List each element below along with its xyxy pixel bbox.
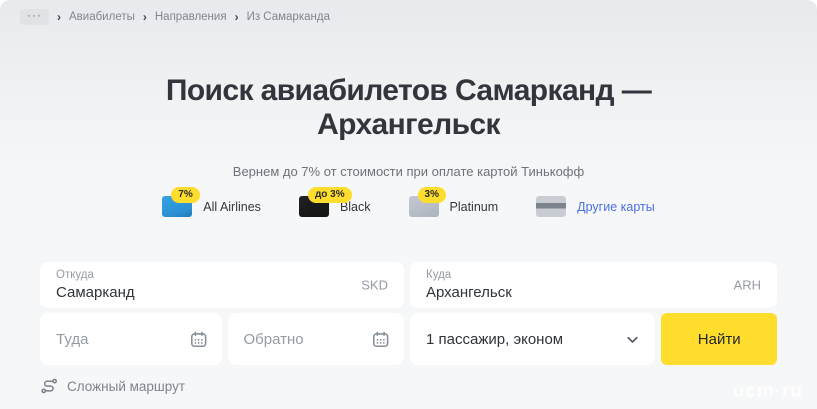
chevron-down-icon [624, 331, 641, 348]
origin-iata-code: SKD [361, 277, 388, 293]
breadcrumb: ··· › Авиабилеты › Направления › Из Сама… [20, 9, 330, 25]
cashback-card-black: до 3% Black [298, 187, 371, 217]
return-date-field[interactable]: Обратно [227, 313, 405, 365]
cashback-badge: до 3% [307, 187, 352, 203]
complex-route-link[interactable]: Сложный маршрут [40, 377, 185, 395]
other-cards-link[interactable]: Другие карты [577, 200, 655, 214]
chevron-right-icon: › [57, 10, 61, 24]
page-title: Поиск авиабилетов Самарканд — Архангельс… [0, 74, 817, 142]
destination-field[interactable]: Куда Архангельск ARH [410, 262, 777, 308]
depart-date-field[interactable]: Туда [40, 313, 222, 365]
chevron-right-icon: › [142, 10, 147, 24]
breadcrumb-item-aviabilety[interactable]: Авиабилеты [69, 11, 135, 23]
calendar-icon [189, 330, 208, 349]
destination-iata-code: ARH [733, 277, 761, 293]
cashback-card-all-airlines: 7% All Airlines [162, 187, 261, 217]
search-button[interactable]: Найти [661, 313, 777, 365]
flight-search-form: Откуда Самарканд SKD Куда Архангельск AR… [40, 262, 777, 365]
calendar-icon [371, 330, 390, 349]
bank-card-icon [536, 196, 567, 217]
passengers-class-value: 1 пассажир, эконом [426, 330, 564, 348]
bank-card-icon: до 3% [298, 187, 352, 217]
origin-value: Самарканд [56, 284, 135, 301]
origin-label: Откуда [56, 269, 94, 281]
bank-card-icon: 3% [408, 187, 446, 217]
flight-search-page: ··· › Авиабилеты › Направления › Из Сама… [0, 0, 817, 409]
cashback-badge: 7% [171, 187, 200, 203]
route-icon [40, 377, 58, 395]
cashback-subtitle: Вернем до 7% от стоимости при оплате кар… [232, 164, 585, 179]
card-label: Platinum [449, 199, 499, 214]
destination-value: Архангельск [426, 284, 512, 301]
watermark: ucm·ru [732, 381, 803, 402]
depart-date-placeholder: Туда [56, 330, 89, 348]
card-label: All Airlines [203, 199, 261, 214]
passengers-class-selector[interactable]: 1 пассажир, эконом [410, 313, 656, 365]
breadcrumb-more-button[interactable]: ··· [20, 9, 49, 25]
destination-label: Куда [426, 269, 452, 281]
cashback-cards-row: 7% All Airlines до 3% Black 3% Platinum … [0, 187, 817, 217]
chevron-right-icon: › [234, 10, 239, 24]
breadcrumb-item-napravleniya[interactable]: Направления [155, 11, 227, 23]
origin-field[interactable]: Откуда Самарканд SKD [40, 262, 404, 308]
cashback-card-platinum: 3% Platinum [408, 187, 499, 217]
page-title-line2: Архангельск [317, 108, 500, 141]
complex-route-label: Сложный маршрут [67, 378, 186, 394]
hero: Поиск авиабилетов Самарканд — Архангельс… [0, 74, 817, 179]
bank-card-icon: 7% [162, 187, 200, 217]
page-title-line1: Поиск авиабилетов Самарканд — [165, 74, 652, 107]
cashback-badge: 3% [417, 187, 446, 203]
breadcrumb-item-iz-samarkanda[interactable]: Из Самарканда [247, 11, 330, 23]
cashback-card-other[interactable]: Другие карты [536, 196, 655, 217]
return-date-placeholder: Обратно [243, 330, 304, 348]
